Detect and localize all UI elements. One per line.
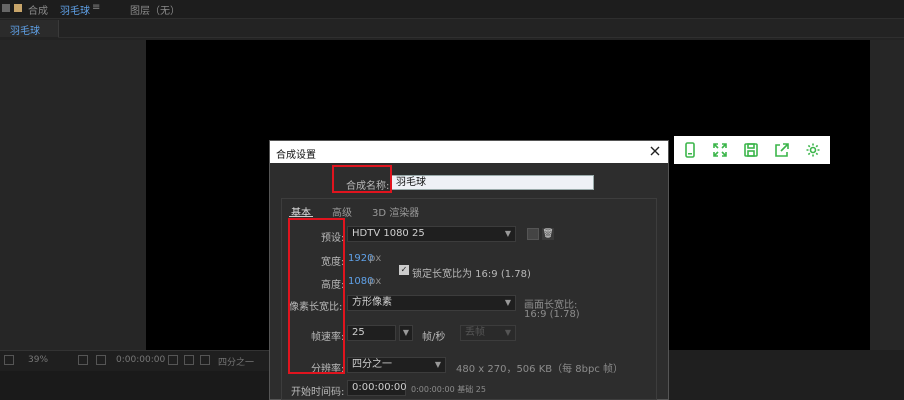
tab-3d-renderer[interactable]: 3D 渲染器 [372, 204, 419, 219]
panel-icon [2, 4, 10, 12]
tab-divider [58, 37, 904, 38]
tab-composition-label: 羽毛球 [10, 26, 40, 37]
viewer-footer-right [666, 350, 904, 400]
color-icon[interactable] [200, 355, 210, 365]
close-icon[interactable] [648, 144, 662, 158]
dialog-title-bar[interactable]: 合成设置 [270, 141, 668, 163]
resolution-select[interactable]: 四分之一 [218, 355, 254, 368]
chevron-down-icon: ▼ [402, 328, 410, 337]
highlight-box-name [332, 165, 392, 193]
settings-icon[interactable] [802, 140, 824, 160]
grid-icon[interactable] [78, 355, 88, 365]
resolution-info: 480 x 270，506 KB（每 8bpc 帧） [456, 364, 624, 375]
resolution-value: 四分之一 [352, 359, 392, 370]
mask-icon[interactable] [96, 355, 106, 365]
frame-rate-dropdown[interactable]: ▼ [399, 325, 413, 341]
start-timecode-info: 0:00:00:00 基础 25 [411, 385, 486, 394]
comp-name-input[interactable]: 羽毛球 [391, 175, 594, 190]
resolution-select[interactable]: 四分之一 ▼ [347, 357, 446, 373]
share-icon[interactable] [771, 140, 793, 160]
panel-label: 合成 [28, 6, 48, 17]
current-timecode[interactable]: 0:00:00:00 [116, 355, 165, 365]
pixel-aspect-value: 方形像素 [352, 297, 392, 308]
right-panel [870, 40, 904, 350]
frame-aspect-value: 16:9 (1.78) [524, 309, 580, 320]
lock-aspect-checkbox[interactable]: ✓ [399, 265, 409, 275]
viewer-footer-bar: 39% 0:00:00:00 四分之一 [0, 350, 270, 371]
lock-icon[interactable] [14, 4, 22, 12]
start-timecode-input[interactable]: 0:00:00:00 [347, 380, 407, 396]
chevron-down-icon: ▼ [504, 298, 511, 307]
delete-preset-icon[interactable]: 🗑 [542, 228, 554, 240]
panel-header-bar: 合成 羽毛球 ≡ 图层（无） [0, 0, 904, 19]
highlight-box-labels [288, 218, 345, 374]
layer-panel-label[interactable]: 图层（无） [130, 2, 180, 17]
lock-aspect-label: 锁定长宽比为 16:9 (1.78) [412, 269, 531, 280]
panel-menu-icon[interactable]: ≡ [92, 2, 100, 13]
phone-icon[interactable] [679, 140, 701, 160]
frame-rate-input[interactable]: 25 [347, 325, 396, 341]
floating-toolbar [674, 136, 830, 164]
camera-icon[interactable] [168, 355, 178, 365]
chevron-down-icon: ▼ [434, 360, 441, 369]
expand-icon[interactable] [709, 140, 731, 160]
dialog-title: 合成设置 [276, 150, 316, 161]
channel-icon[interactable] [184, 355, 194, 365]
tab-advanced[interactable]: 高级 [332, 204, 352, 219]
save-icon[interactable] [740, 140, 762, 160]
chevron-down-icon: ▼ [504, 328, 511, 337]
width-unit: px [369, 253, 382, 264]
drop-frame-value: 丢帧 [465, 327, 485, 338]
drop-frame-select: 丢帧 ▼ [460, 325, 516, 341]
pixel-aspect-select[interactable]: 方形像素 ▼ [347, 295, 516, 311]
tab-basic-underline [289, 216, 313, 217]
preset-select[interactable]: HDTV 1080 25 ▼ [347, 226, 516, 242]
magnify-icon[interactable] [4, 355, 14, 365]
preset-value: HDTV 1080 25 [352, 228, 425, 239]
start-timecode-label: 开始时间码: [291, 387, 345, 398]
height-unit: px [369, 276, 382, 287]
chevron-down-icon: ▼ [504, 229, 511, 238]
tab-composition[interactable]: 羽毛球 [0, 20, 59, 37]
timeline-strip [0, 371, 270, 400]
zoom-level[interactable]: 39% [28, 355, 48, 365]
comp-name-tab[interactable]: 羽毛球 [60, 2, 90, 17]
save-preset-icon[interactable] [527, 228, 539, 240]
left-panel [0, 40, 146, 350]
frame-rate-unit: 帧/秒 [422, 332, 446, 343]
